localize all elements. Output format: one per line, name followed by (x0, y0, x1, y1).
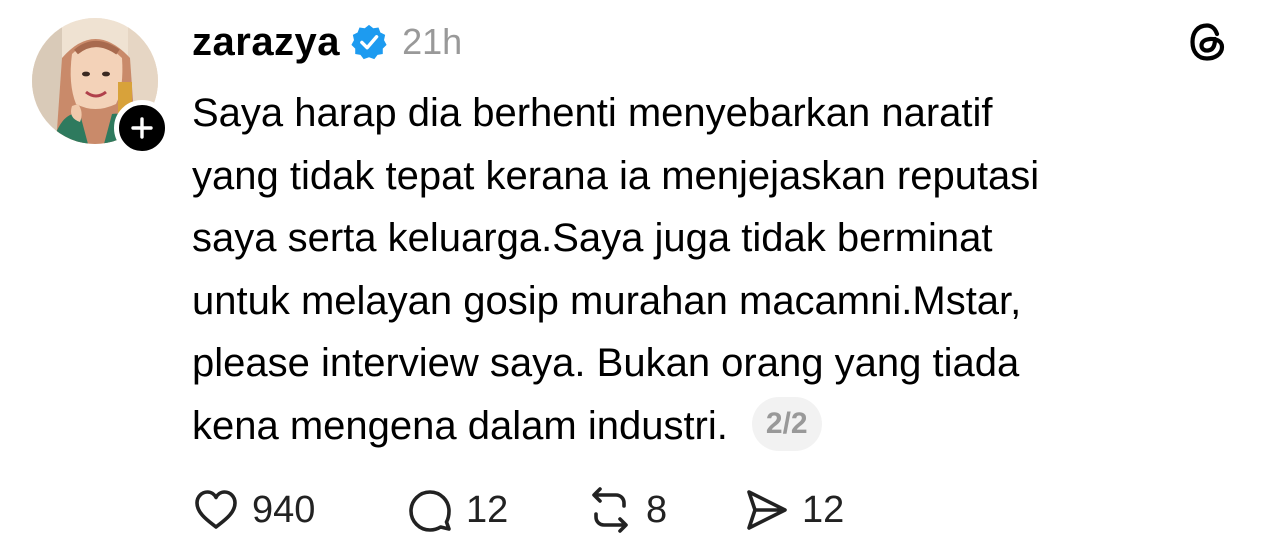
repost-icon (592, 487, 628, 533)
avatar-container[interactable] (32, 18, 170, 156)
repost-count: 8 (646, 488, 668, 531)
post-line: please interview saya. Bukan orang yang … (192, 341, 1020, 385)
threads-logo-icon[interactable] (1186, 20, 1230, 64)
reply-count: 12 (466, 488, 509, 531)
post-line: untuk melayan gosip murahan macamni.Msta… (192, 278, 1022, 323)
like-button[interactable]: 940 (192, 486, 406, 534)
post-header: zarazya 21h (192, 14, 462, 70)
send-icon (747, 490, 787, 530)
post-line: kena mengena dalam industri. (192, 403, 728, 448)
post-line: Saya harap dia berhenti menyebarkan nara… (192, 91, 993, 135)
repost-button[interactable]: 8 (586, 486, 742, 534)
follow-button[interactable] (114, 100, 170, 156)
action-bar: 940 12 8 12 (192, 486, 872, 534)
heart-icon (195, 490, 237, 529)
post-body: Saya harap dia berhenti menyebarkan nara… (192, 82, 1252, 457)
verified-badge-icon (351, 24, 387, 60)
timestamp: 21h (402, 21, 463, 62)
post-line: saya serta keluarga.Saya juga tidak berm… (192, 216, 993, 260)
thread-pager[interactable]: 2/2 (751, 396, 822, 451)
speech-bubble-icon (409, 490, 451, 532)
thread-post: zarazya 21h Saya harap dia berhenti meny… (0, 0, 1280, 553)
post-last-line: kena mengena dalam industri. 2/2 (192, 395, 1252, 458)
username[interactable]: zarazya (192, 20, 340, 65)
post-line: yang tidak tepat kerana ia menjejaskan r… (192, 153, 1040, 198)
share-button[interactable]: 12 (742, 486, 872, 534)
reply-button[interactable]: 12 (406, 486, 586, 534)
plus-icon (131, 117, 153, 139)
share-count: 12 (802, 488, 845, 531)
like-count: 940 (252, 488, 316, 531)
